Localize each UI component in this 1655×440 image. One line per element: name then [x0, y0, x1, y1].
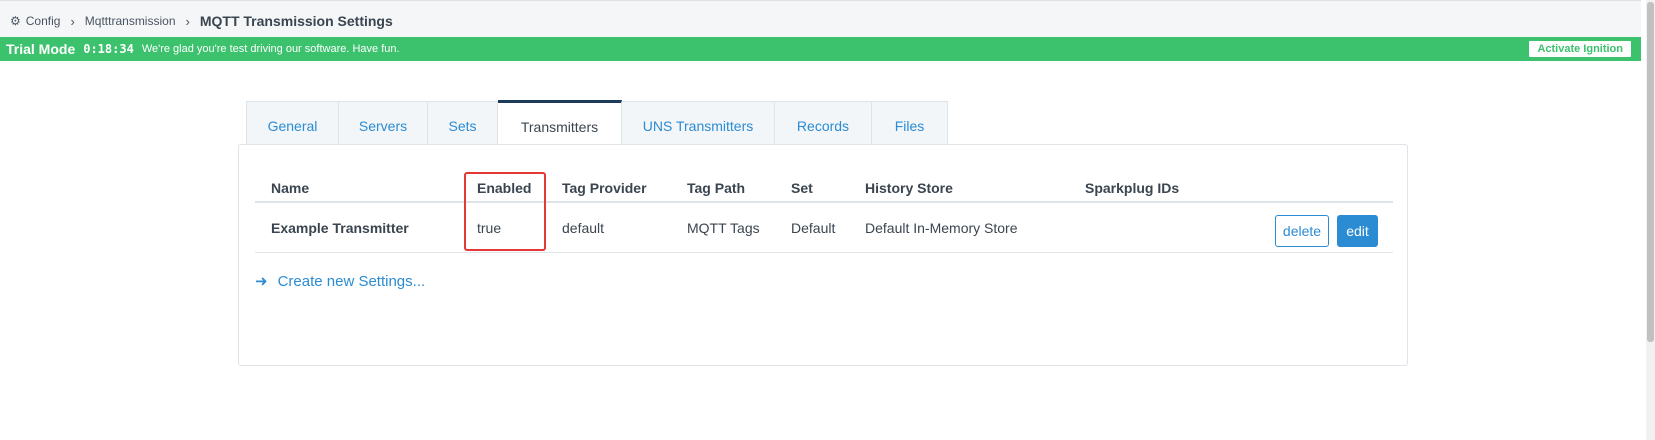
tab-transmitters[interactable]: Transmitters: [498, 100, 622, 146]
top-bar: ⚙ Config › Mqtttransmission › MQTT Trans…: [0, 0, 1641, 37]
tab-sets[interactable]: Sets: [428, 102, 498, 146]
scrollbar-thumb[interactable]: [1647, 2, 1654, 342]
trial-timer: 0:18:34: [83, 42, 134, 56]
activate-ignition-button[interactable]: Activate Ignition: [1529, 41, 1631, 57]
create-new-settings-link[interactable]: ➜ Create new Settings...: [255, 272, 426, 291]
tab-uns-transmitters[interactable]: UNS Transmitters: [622, 102, 775, 146]
column-header-name: Name: [271, 180, 310, 196]
trial-label: Trial Mode: [6, 41, 76, 57]
tab-servers[interactable]: Servers: [339, 102, 428, 146]
breadcrumb-separator: ›: [185, 13, 190, 29]
breadcrumb-config[interactable]: Config: [26, 14, 61, 28]
table-row: Example Transmitter true default MQTT Ta…: [255, 203, 1393, 253]
transmitter-name: Example Transmitter: [271, 219, 409, 236]
column-header-tag-path: Tag Path: [687, 180, 746, 196]
page-title: MQTT Transmission Settings: [199, 13, 393, 29]
vertical-scrollbar[interactable]: [1646, 0, 1655, 440]
settings-tabs: General Servers Sets Transmitters UNS Tr…: [246, 100, 948, 146]
delete-button[interactable]: delete: [1275, 215, 1329, 247]
column-header-tag-provider: Tag Provider: [562, 180, 647, 196]
transmitter-history-store: Default In-Memory Store: [865, 219, 1018, 236]
breadcrumb-module[interactable]: Mqtttransmission: [85, 14, 176, 28]
create-new-settings-label: Create new Settings...: [277, 272, 426, 290]
transmitter-set: Default: [791, 219, 836, 236]
transmitter-tag-provider: default: [562, 219, 605, 236]
transmitters-panel: Name Enabled Tag Provider Tag Path Set H…: [238, 144, 1408, 366]
transmitter-tag-path: MQTT Tags: [687, 219, 760, 236]
tab-files[interactable]: Files: [872, 102, 947, 146]
trial-message: We're glad you're test driving our softw…: [141, 43, 400, 55]
table-header: Name Enabled Tag Provider Tag Path Set H…: [255, 175, 1393, 203]
column-header-history-store: History Store: [865, 180, 953, 196]
trial-banner: Trial Mode 0:18:34 We're glad you're tes…: [0, 37, 1641, 61]
column-header-sparkplug-ids: Sparkplug IDs: [1085, 180, 1180, 196]
tab-records[interactable]: Records: [775, 102, 872, 146]
arrow-right-icon: ➜: [255, 273, 268, 290]
tab-general[interactable]: General: [247, 102, 339, 146]
gear-icon: ⚙: [10, 14, 21, 28]
breadcrumb-separator: ›: [70, 13, 75, 29]
edit-button[interactable]: edit: [1337, 215, 1378, 247]
column-header-set: Set: [791, 180, 813, 196]
enabled-column-highlight: [464, 172, 546, 251]
breadcrumb: ⚙ Config › Mqtttransmission › MQTT Trans…: [10, 13, 393, 29]
